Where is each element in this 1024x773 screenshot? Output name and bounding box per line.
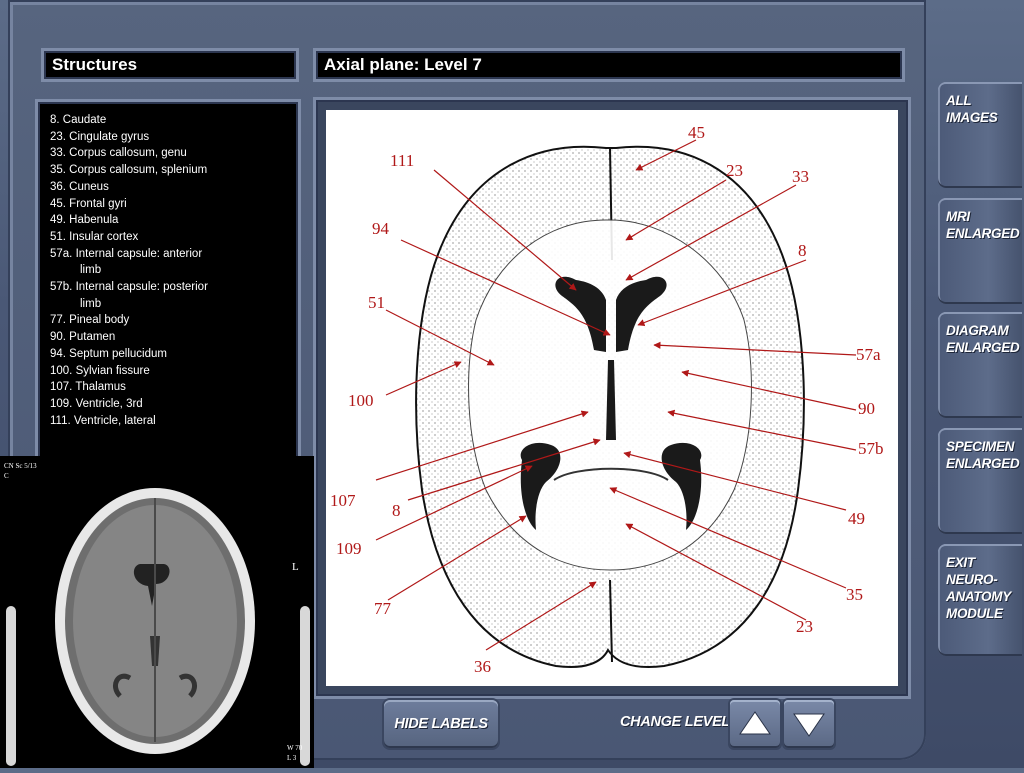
diagram-label: 107 xyxy=(330,491,356,510)
list-item: 23. Cingulate gyrus xyxy=(50,130,150,143)
ct-scan-image: CN Sc 5/13 C L W 70 L 3 xyxy=(0,456,314,768)
diagram-label: 77 xyxy=(374,599,392,618)
diagram-label: 109 xyxy=(336,539,362,558)
list-item: 57b. Internal capsule: posterior limb xyxy=(50,281,208,310)
ct-scale-bar-left xyxy=(6,606,16,766)
ct-overlay-bottom2: L 3 xyxy=(287,754,297,762)
plane-title: Axial plane: Level 7 xyxy=(316,51,902,79)
diagram-label: 51 xyxy=(368,293,385,312)
brain-diagram: 45 111 23 33 94 8 51 57a 100 90 57b 107 … xyxy=(330,123,884,676)
list-item: 77. Pineal body xyxy=(50,314,130,327)
diagram-label: 57a xyxy=(856,345,881,364)
diagram-label: 8 xyxy=(798,241,807,260)
ct-scan-svg: CN Sc 5/13 C L W 70 L 3 xyxy=(0,456,314,768)
up-arrow-icon xyxy=(739,711,771,735)
diagram-label: 8 xyxy=(392,501,401,520)
diagram-label: 49 xyxy=(848,509,865,528)
diagram-label: 36 xyxy=(474,657,491,676)
ct-side-marker: L xyxy=(292,561,299,573)
list-item: 8. Caudate xyxy=(50,114,107,126)
diagram-label: 45 xyxy=(688,123,705,142)
diagram-label: 23 xyxy=(726,161,743,180)
down-arrow-icon xyxy=(793,713,825,737)
diagram-label: 100 xyxy=(348,391,374,410)
ct-overlay-top2: C xyxy=(4,472,9,480)
diagram-panel: 45 111 23 33 94 8 51 57a 100 90 57b 107 … xyxy=(316,100,908,696)
hide-labels-button[interactable]: HIDE LABELS xyxy=(384,700,498,748)
list-item: 35. Corpus callosum, splenium xyxy=(50,164,208,177)
list-item: 49. Habenula xyxy=(50,214,119,227)
list-item: 36. Cuneus xyxy=(50,180,109,193)
diagram-label: 94 xyxy=(372,219,390,238)
structures-list: 8. Caudate 23. Cingulate gyrus 33. Corpu… xyxy=(38,102,298,462)
list-item: 100. Sylvian fissure xyxy=(50,364,150,377)
tab-mri-enlarged[interactable]: MRI ENLARGED xyxy=(938,198,1022,304)
list-item: 90. Putamen xyxy=(50,331,116,344)
diagram-canvas: 45 111 23 33 94 8 51 57a 100 90 57b 107 … xyxy=(326,110,898,686)
diagram-label: 35 xyxy=(846,585,863,604)
ct-scale-bar-right xyxy=(300,606,310,766)
diagram-label: 33 xyxy=(792,167,809,186)
diagram-label: 111 xyxy=(390,151,414,170)
diagram-label: 23 xyxy=(796,617,813,636)
list-item: 33. Corpus callosum, genu xyxy=(50,147,187,160)
list-item: 94. Septum pellucidum xyxy=(50,347,167,360)
ct-overlay-bottom: W 70 xyxy=(287,744,303,752)
tab-exit-module[interactable]: EXIT NEURO- ANATOMY MODULE xyxy=(938,544,1022,656)
list-item: 111. Ventricle, lateral xyxy=(50,414,156,427)
change-level-label: CHANGE LEVEL xyxy=(620,714,730,730)
tab-specimen-enlarged[interactable]: SPECIMEN ENLARGED xyxy=(938,428,1022,534)
level-down-button[interactable] xyxy=(784,700,834,748)
diagram-label: 57b xyxy=(858,439,884,458)
diagram-label: 90 xyxy=(858,399,875,418)
list-item: 45. Frontal gyri xyxy=(50,197,127,210)
level-up-button[interactable] xyxy=(730,700,780,748)
tab-all-images[interactable]: ALL IMAGES xyxy=(938,82,1022,188)
ct-overlay-top: CN Sc 5/13 xyxy=(4,462,37,470)
list-item: 107. Thalamus xyxy=(50,381,126,394)
structures-title: Structures xyxy=(44,51,296,79)
list-item: 109. Ventricle, 3rd xyxy=(50,397,143,410)
tab-diagram-enlarged[interactable]: DIAGRAM ENLARGED xyxy=(938,312,1022,418)
list-item: 57a. Internal capsule: anterior limb xyxy=(50,247,203,277)
list-item: 51. Insular cortex xyxy=(50,230,139,243)
